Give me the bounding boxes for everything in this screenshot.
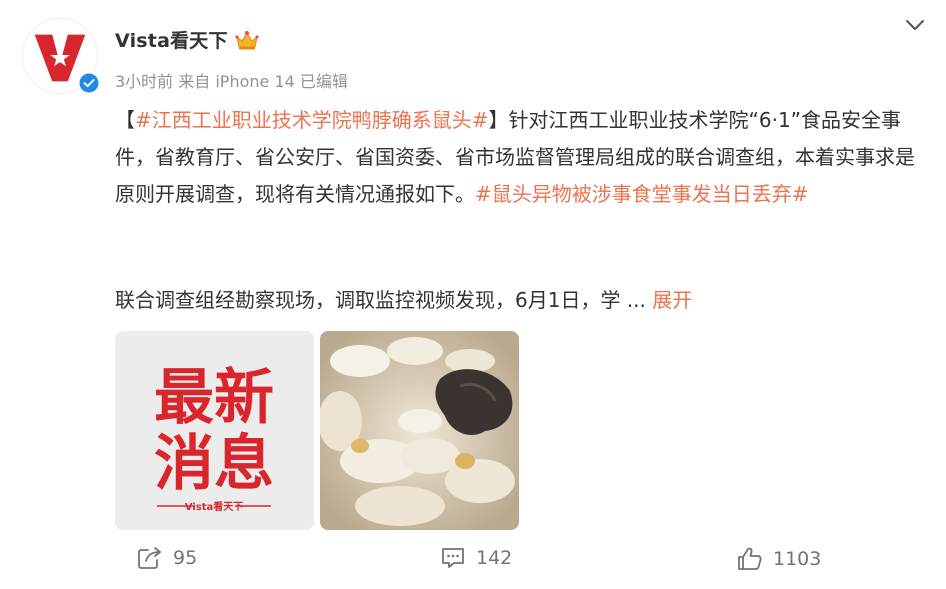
comment-icon (442, 548, 464, 568)
post-meta: 3小时前 来自 iPhone 14 已编辑 (115, 72, 348, 91)
repost-icon (138, 547, 161, 569)
bracket-open: 【 (115, 108, 135, 132)
image-headline: 最新 (154, 363, 274, 433)
bracket-close: 】 (488, 108, 509, 132)
like-button[interactable]: 1103 (737, 546, 821, 572)
post-content: 【#江西工业职业技术学院鸭脖确系鼠头#】针对江西工业职业技术学院“6·1”食品安… (115, 102, 925, 213)
crown-icon (235, 30, 259, 49)
comment-button[interactable]: 142 (440, 546, 512, 570)
repost-button[interactable]: 95 (137, 546, 197, 570)
thumbs-up-icon (738, 547, 762, 570)
hashtag-link[interactable]: #江西工业职业技术学院鸭脖确系鼠头# (135, 108, 489, 132)
comment-count: 142 (476, 547, 513, 569)
post-image[interactable] (320, 331, 519, 530)
expand-link[interactable]: 展开 (652, 288, 692, 312)
image-logo: Vista看天下 (185, 500, 243, 513)
verified-check-icon (78, 72, 100, 94)
author-name[interactable]: Vista看天下 (115, 26, 228, 53)
like-count: 1103 (773, 548, 822, 570)
content-text: 联合调查组经勘察现场，调取监控视频发现，6月1日，学 (115, 288, 627, 312)
chevron-down-icon (906, 20, 924, 30)
post-image[interactable]: 最新 消息 Vista看天下 (115, 331, 314, 530)
post-content-continued: 联合调查组经勘察现场，调取监控视频发现，6月1日，学 ... 展开 (115, 282, 925, 319)
repost-count: 95 (173, 547, 198, 569)
hashtag-link[interactable]: #鼠头异物被涉事食堂事发当日丢弃# (475, 182, 809, 206)
avatar-container[interactable] (22, 18, 100, 96)
author-row: Vista看天下 (115, 26, 260, 53)
image-headline: 消息 (154, 429, 274, 499)
collapse-button[interactable] (902, 14, 928, 36)
ellipsis: ... (626, 288, 653, 312)
